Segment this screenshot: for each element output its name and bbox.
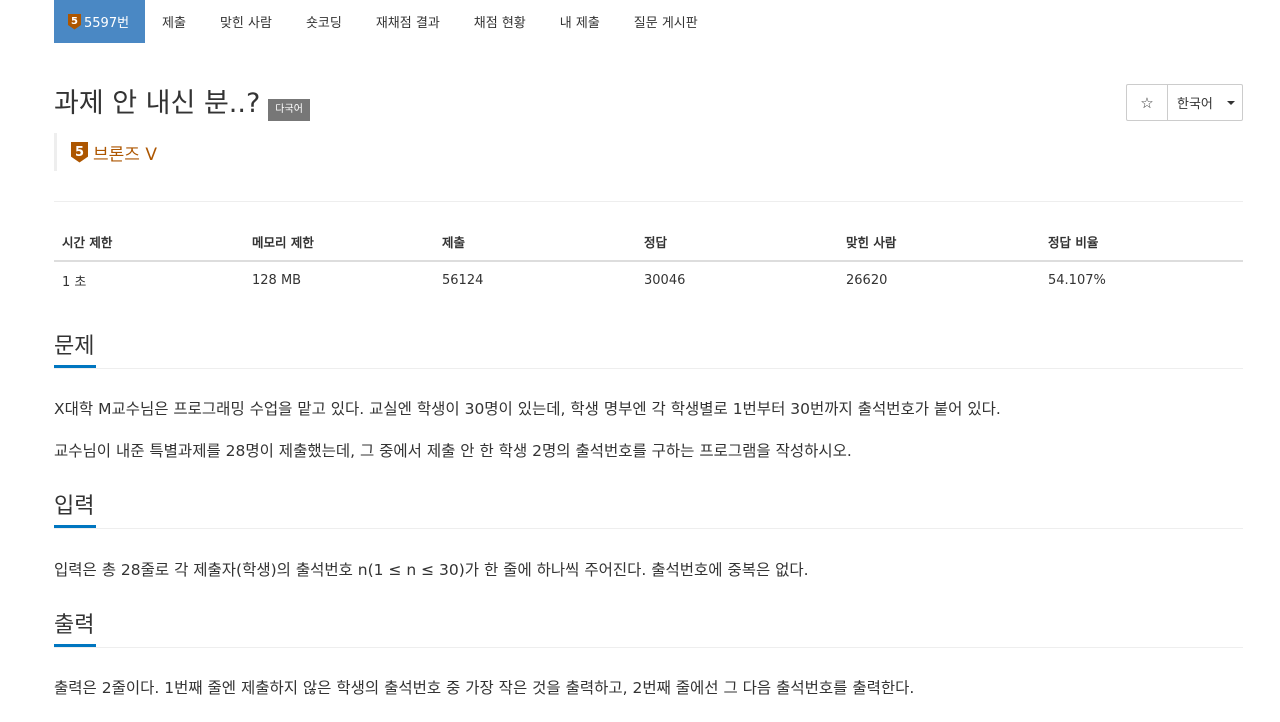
input-section-header: 입력 bbox=[54, 490, 1243, 529]
problem-info-table: 시간 제한 메모리 제한 제출 정답 맞힌 사람 정답 비율 1 초 128 M… bbox=[54, 222, 1243, 298]
header-time-limit: 시간 제한 bbox=[62, 234, 113, 250]
memory-limit-value: 128 MB bbox=[252, 272, 302, 288]
nav-question-board[interactable]: 질문 게시판 bbox=[617, 0, 715, 43]
title-row: 과제 안 내신 분..? 다국어 bbox=[54, 86, 310, 122]
nav-my-submissions[interactable]: 내 제출 bbox=[543, 0, 617, 43]
bronze-tier-icon: 5 bbox=[68, 13, 81, 30]
accepted-value: 30046 bbox=[644, 272, 686, 288]
nav-solved-users[interactable]: 맞힌 사람 bbox=[203, 0, 289, 43]
tier-name: 브론즈 V bbox=[93, 144, 157, 165]
problem-description-1: X대학 M교수님은 프로그래밍 수업을 맡고 있다. 교실엔 학생이 30명이 … bbox=[54, 400, 1001, 418]
problem-nav: 5 5597번 제출 맞힌 사람 숏코딩 재채점 결과 채점 현황 내 제출 질… bbox=[54, 0, 715, 43]
header-accept-rate: 정답 비율 bbox=[1048, 234, 1099, 250]
problem-number-label: 5597번 bbox=[84, 16, 130, 31]
time-limit-value: 1 초 bbox=[62, 274, 87, 290]
star-icon: ☆ bbox=[1140, 93, 1154, 112]
input-section-title: 입력 bbox=[54, 490, 97, 528]
output-section-title: 출력 bbox=[54, 609, 97, 647]
bronze-tier-icon: 5 bbox=[71, 141, 88, 163]
nav-submit[interactable]: 제출 bbox=[145, 0, 203, 43]
problem-description-2: 교수님이 내준 특별과제를 28명이 제출했는데, 그 중에서 제출 안 한 학… bbox=[54, 442, 852, 460]
header-accepted: 정답 bbox=[644, 234, 668, 250]
submissions-value: 56124 bbox=[442, 272, 484, 288]
nav-problem-number[interactable]: 5 5597번 bbox=[54, 0, 146, 43]
page-title: 과제 안 내신 분..? bbox=[54, 88, 261, 119]
problem-section-title: 문제 bbox=[54, 330, 97, 368]
header-submissions: 제출 bbox=[442, 234, 466, 250]
nav-rejudge-results[interactable]: 재채점 결과 bbox=[359, 0, 457, 43]
language-dropdown-label: 한국어 bbox=[1177, 97, 1213, 112]
problem-section-header: 문제 bbox=[54, 330, 1243, 369]
multilingual-badge: 다국어 bbox=[268, 99, 310, 121]
output-section-header: 출력 bbox=[54, 609, 1243, 648]
caret-down-icon bbox=[1226, 100, 1235, 105]
output-description: 출력은 2줄이다. 1번째 줄엔 제출하지 않은 학생의 출석번호 중 가장 작… bbox=[54, 679, 915, 697]
problem-tier: 5 브론즈 V bbox=[54, 133, 157, 171]
favorite-star-button[interactable]: ☆ bbox=[1127, 85, 1168, 120]
header-memory-limit: 메모리 제한 bbox=[252, 234, 314, 250]
nav-judge-status[interactable]: 채점 현황 bbox=[457, 0, 543, 43]
table-row: 1 초 128 MB 56124 30046 26620 54.107% bbox=[54, 262, 1243, 298]
problem-controls: ☆ 한국어 bbox=[1126, 84, 1243, 121]
accept-rate-value: 54.107% bbox=[1048, 272, 1106, 288]
solved-users-value: 26620 bbox=[846, 272, 888, 288]
nav-short-coding[interactable]: 숏코딩 bbox=[289, 0, 359, 43]
input-description: 입력은 총 28줄로 각 제출자(학생)의 출석번호 n(1 ≤ n ≤ 30)… bbox=[54, 561, 809, 579]
language-dropdown[interactable]: 한국어 bbox=[1168, 85, 1242, 120]
divider bbox=[54, 201, 1243, 202]
header-solved-users: 맞힌 사람 bbox=[846, 234, 897, 250]
table-header-row: 시간 제한 메모리 제한 제출 정답 맞힌 사람 정답 비율 bbox=[54, 222, 1243, 262]
